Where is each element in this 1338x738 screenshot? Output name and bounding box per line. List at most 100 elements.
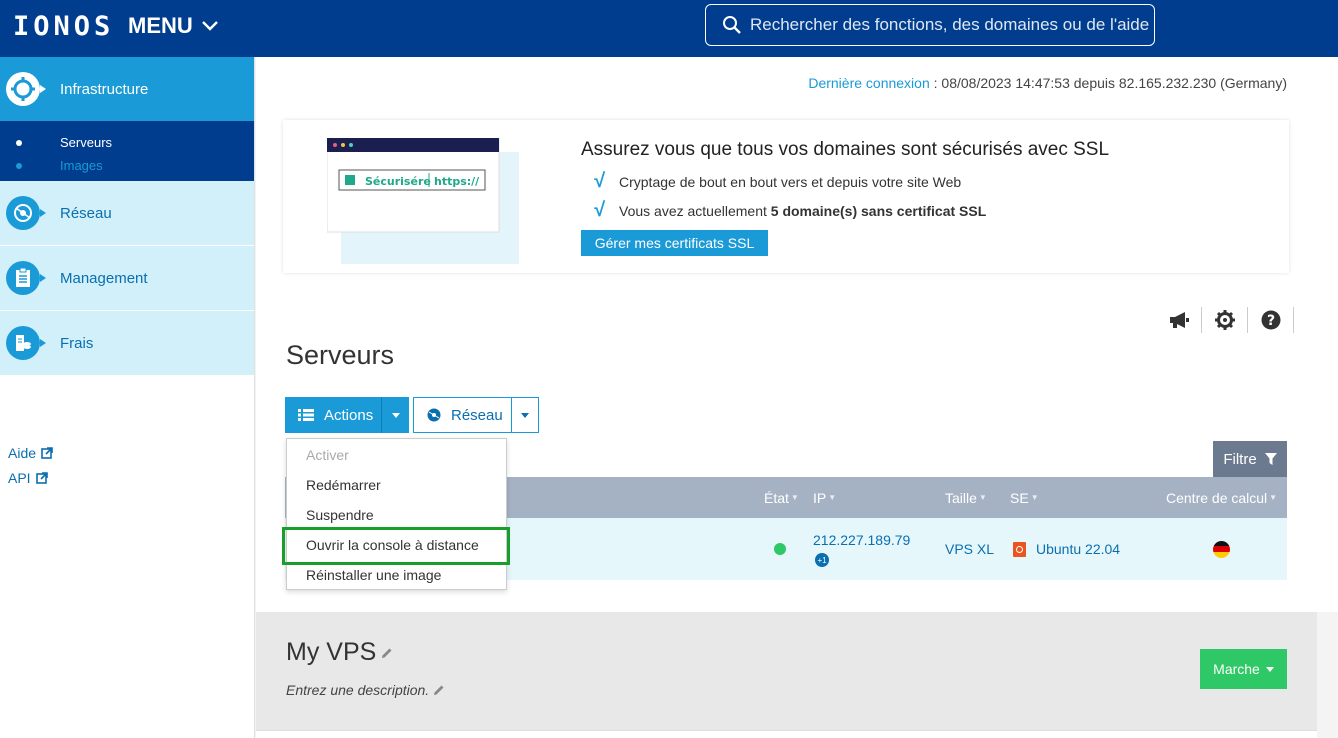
network-button[interactable]: Réseau	[414, 398, 511, 432]
ssl-browser-illustration: Sécurisére https://	[327, 138, 519, 264]
ssl-illus-secure-text: Sécurisére	[365, 175, 431, 188]
network-icon	[6, 196, 46, 230]
sidebar-item-label: Management	[60, 269, 148, 287]
top-bar: IONOS MENU	[0, 0, 1338, 57]
ssl-domain-count: 5 domaine(s) sans certificat SSL	[770, 202, 987, 219]
pencil-icon[interactable]	[381, 647, 393, 659]
ssl-feature-1: √ Cryptage de bout en bout vers et depui…	[593, 170, 961, 193]
column-header-ip[interactable]: IP ▼	[813, 477, 836, 518]
menu-item-open-remote-console[interactable]: Ouvrir la console à distance	[287, 530, 506, 560]
sort-icon: ▼	[828, 493, 837, 502]
actions-button[interactable]: Actions	[285, 397, 381, 433]
page-footer-strip	[256, 730, 1317, 738]
sidebar-subitem-label: Images	[60, 158, 103, 173]
external-link-icon	[35, 471, 48, 484]
column-header-taille[interactable]: Taille ▼	[945, 477, 987, 518]
settings-button[interactable]	[1202, 307, 1248, 333]
sidebar-subitem-serveurs[interactable]: Serveurs	[0, 131, 254, 154]
server-detail-panel: My VPS Entrez une description. Marche	[256, 612, 1317, 730]
ionos-logo[interactable]: IONOS	[13, 11, 114, 42]
api-link[interactable]: API	[8, 465, 53, 490]
manage-ssl-button[interactable]: Gérer mes certificats SSL	[581, 230, 768, 256]
last-login-label[interactable]: Dernière connexion	[808, 75, 929, 91]
status-online-icon	[774, 543, 786, 555]
menu-button[interactable]: MENU	[128, 13, 219, 39]
network-button-label: Réseau	[451, 406, 503, 424]
ssl-banner: Sécurisére https:// Assurez vous que tou…	[283, 120, 1289, 273]
check-icon: √	[593, 199, 604, 221]
extra-ip-badge[interactable]: +1	[815, 553, 829, 567]
search-box[interactable]	[705, 4, 1155, 46]
sidebar-item-label: Frais	[60, 334, 94, 352]
actions-dropdown-toggle[interactable]	[381, 397, 409, 433]
power-state-label: Marche	[1213, 661, 1260, 677]
sidebar: Infrastructure Serveurs Images Réseau Ma…	[0, 57, 255, 738]
server-name-text: My VPS	[286, 638, 377, 666]
column-header-datacenter[interactable]: Centre de calcul ▼	[1166, 477, 1277, 518]
server-description-text: Entrez une description.	[286, 682, 430, 698]
server-name[interactable]: My VPS	[286, 638, 393, 667]
bullet-icon	[16, 139, 22, 146]
sidebar-item-reseau[interactable]: Réseau	[0, 181, 254, 246]
caret-down-icon	[1265, 666, 1274, 672]
sidebar-item-label: Réseau	[60, 204, 112, 222]
page-toolbar: ?	[1156, 307, 1294, 333]
ssl-illus-https-text: https://	[434, 175, 480, 188]
sidebar-item-frais[interactable]: Frais	[0, 311, 254, 376]
network-split-button: Réseau	[413, 397, 539, 433]
external-link-icon	[41, 446, 53, 459]
sort-icon: ▼	[1269, 493, 1278, 502]
filter-button-label: Filtre	[1223, 450, 1257, 468]
actions-split-button: Actions	[285, 397, 409, 433]
sort-icon: ▼	[790, 493, 799, 502]
clipboard-icon	[6, 261, 46, 295]
caret-down-icon	[391, 412, 400, 418]
column-header-se[interactable]: SE ▼	[1010, 477, 1039, 518]
server-description[interactable]: Entrez une description.	[286, 682, 445, 698]
sidebar-item-infrastructure[interactable]: Infrastructure	[0, 57, 254, 121]
help-link-label: Aide	[8, 444, 37, 461]
column-header-label: SE	[1010, 489, 1029, 506]
server-size[interactable]: VPS XL	[945, 518, 994, 580]
help-button[interactable]: ?	[1248, 307, 1294, 333]
gear-icon	[1214, 310, 1235, 330]
last-login-info: Dernière connexion : 08/08/2023 14:47:53…	[808, 75, 1287, 91]
sidebar-submenu: Serveurs Images	[0, 121, 254, 181]
caret-down-icon	[521, 412, 529, 418]
question-circle-icon: ?	[1261, 310, 1280, 330]
power-state-button[interactable]: Marche	[1200, 649, 1287, 689]
filter-button[interactable]: Filtre	[1213, 441, 1287, 477]
svg-text:?: ?	[1266, 313, 1274, 329]
check-icon: √	[593, 170, 604, 192]
announcement-button[interactable]	[1156, 307, 1202, 333]
menu-label: MENU	[128, 13, 193, 38]
sidebar-item-management[interactable]: Management	[0, 246, 254, 311]
pencil-icon[interactable]	[433, 684, 445, 696]
menu-item-activer: Activer	[306, 447, 349, 463]
ssl-feature-text: Vous avez actuellement	[619, 202, 771, 219]
search-icon	[723, 16, 741, 34]
server-ip-value: 212.227.189.79	[813, 532, 911, 548]
list-icon	[298, 409, 314, 421]
sidebar-links: Aide API	[8, 440, 53, 490]
server-os[interactable]: Ubuntu 22.04	[1013, 518, 1120, 580]
menu-item-redemarrer[interactable]: Redémarrer	[287, 470, 506, 500]
menu-item-suspendre[interactable]: Suspendre	[287, 500, 506, 530]
help-link[interactable]: Aide	[8, 440, 53, 465]
search-input[interactable]	[750, 15, 1150, 35]
column-header-label: Taille	[945, 489, 977, 506]
network-dropdown-toggle[interactable]	[511, 398, 538, 432]
sidebar-item-label: Infrastructure	[60, 80, 149, 98]
ssl-feature-text: Cryptage de bout en bout vers et depuis …	[619, 173, 962, 190]
server-datacenter	[1213, 518, 1230, 580]
infrastructure-icon	[6, 72, 46, 106]
column-header-label: Centre de calcul	[1166, 489, 1268, 506]
menu-item-reinstall-image[interactable]: Réinstaller une image	[287, 560, 506, 590]
server-ip[interactable]: 212.227.189.79 +1	[813, 518, 910, 580]
server-status	[774, 518, 786, 580]
ssl-title: Assurez vous que tous vos domaines sont …	[581, 139, 1110, 160]
column-header-label: État	[764, 489, 789, 506]
sidebar-subitem-images[interactable]: Images	[0, 154, 254, 177]
column-header-etat[interactable]: État ▼	[764, 477, 799, 518]
megaphone-icon	[1169, 312, 1189, 328]
